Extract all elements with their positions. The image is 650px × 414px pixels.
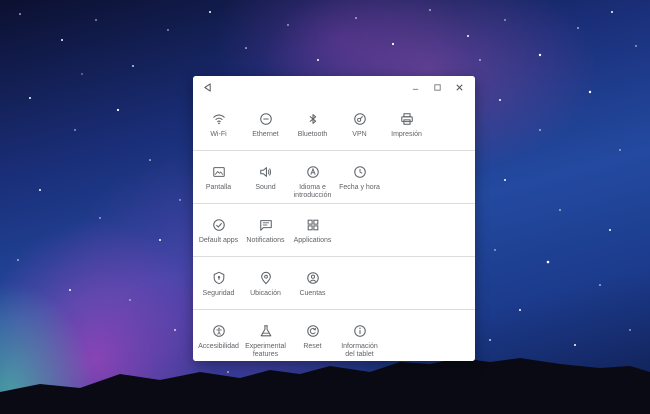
vpn-icon — [353, 112, 367, 126]
tile-accessibility[interactable]: Accesibilidad — [195, 310, 242, 361]
tile-label: Accesibilidad — [198, 343, 239, 350]
tile-location[interactable]: Ubicación — [242, 257, 289, 309]
tile-date-time[interactable]: Fecha y hora — [336, 151, 383, 203]
tile-label: Ubicación — [250, 290, 281, 297]
message-icon — [259, 218, 273, 232]
maximize-button[interactable] — [427, 80, 447, 94]
tile-display[interactable]: Pantalla — [195, 151, 242, 203]
ethernet-icon — [259, 112, 273, 126]
tile-accounts[interactable]: Cuentas — [289, 257, 336, 309]
tile-label: Información del tablet — [341, 343, 378, 358]
check-circle-icon — [212, 218, 226, 232]
tile-label: Sound — [255, 184, 276, 191]
tile-security[interactable]: Seguridad — [195, 257, 242, 309]
printer-icon — [400, 112, 414, 126]
tile-label: VPN — [352, 131, 367, 138]
tile-label: Fecha y hora — [339, 184, 380, 191]
language-icon — [306, 165, 320, 179]
tile-label: Idioma e introducción — [293, 184, 332, 199]
minimize-icon — [412, 88, 418, 90]
settings-window: Wi-Fi Ethernet Bluetooth VPN Impresión P… — [193, 76, 475, 361]
close-button[interactable] — [449, 80, 469, 94]
tile-about-tablet[interactable]: Información del tablet — [336, 310, 383, 361]
tile-vpn[interactable]: VPN — [336, 98, 383, 150]
section-network: Wi-Fi Ethernet Bluetooth VPN Impresión — [193, 98, 475, 150]
tile-notifications[interactable]: Notifications — [242, 204, 289, 256]
tile-sound[interactable]: Sound — [242, 151, 289, 203]
tile-label: Pantalla — [205, 184, 232, 191]
tile-default-apps[interactable]: Default apps — [195, 204, 242, 256]
tile-language[interactable]: Idioma e introducción — [289, 151, 336, 203]
tile-bluetooth[interactable]: Bluetooth — [289, 98, 336, 150]
tile-printing[interactable]: Impresión — [383, 98, 430, 150]
back-button[interactable] — [200, 80, 214, 94]
tile-label: Applications — [293, 237, 332, 244]
tile-applications[interactable]: Applications — [289, 204, 336, 256]
tile-label: Cuentas — [299, 290, 326, 297]
tile-wifi[interactable]: Wi-Fi — [195, 98, 242, 150]
section-system: Accesibilidad Experimental features Rese… — [193, 309, 475, 361]
tile-label: Ethernet — [252, 131, 279, 138]
bluetooth-icon — [306, 112, 320, 126]
clock-icon — [353, 165, 367, 179]
titlebar — [193, 76, 475, 98]
back-triangle-icon — [203, 82, 211, 92]
tile-label: Impresión — [391, 131, 422, 138]
tile-label: Seguridad — [202, 290, 235, 297]
tile-label: Notifications — [246, 237, 285, 244]
tile-ethernet[interactable]: Ethernet — [242, 98, 289, 150]
tile-label: Default apps — [198, 237, 239, 244]
account-icon — [306, 271, 320, 285]
location-pin-icon — [259, 271, 273, 285]
info-icon — [353, 324, 367, 338]
accessibility-icon — [212, 324, 226, 338]
close-icon — [455, 83, 463, 91]
shield-icon — [212, 271, 226, 285]
section-device: Pantalla Sound Idioma e introducción Fec… — [193, 150, 475, 203]
maximize-icon — [433, 83, 441, 91]
apps-grid-icon — [306, 218, 320, 232]
tile-reset[interactable]: Reset — [289, 310, 336, 361]
tile-label: Wi-Fi — [210, 131, 227, 138]
flask-icon — [259, 324, 273, 338]
display-icon — [212, 165, 226, 179]
reset-icon — [306, 324, 320, 338]
section-apps: Default apps Notifications Applications — [193, 203, 475, 256]
tile-label: Reset — [303, 343, 322, 350]
speaker-icon — [259, 165, 273, 179]
tile-label: Experimental features — [245, 343, 286, 358]
tile-experimental[interactable]: Experimental features — [242, 310, 289, 361]
section-personal: Seguridad Ubicación Cuentas — [193, 256, 475, 309]
wifi-icon — [212, 112, 226, 126]
minimize-button[interactable] — [405, 80, 425, 94]
tile-label: Bluetooth — [297, 131, 328, 138]
